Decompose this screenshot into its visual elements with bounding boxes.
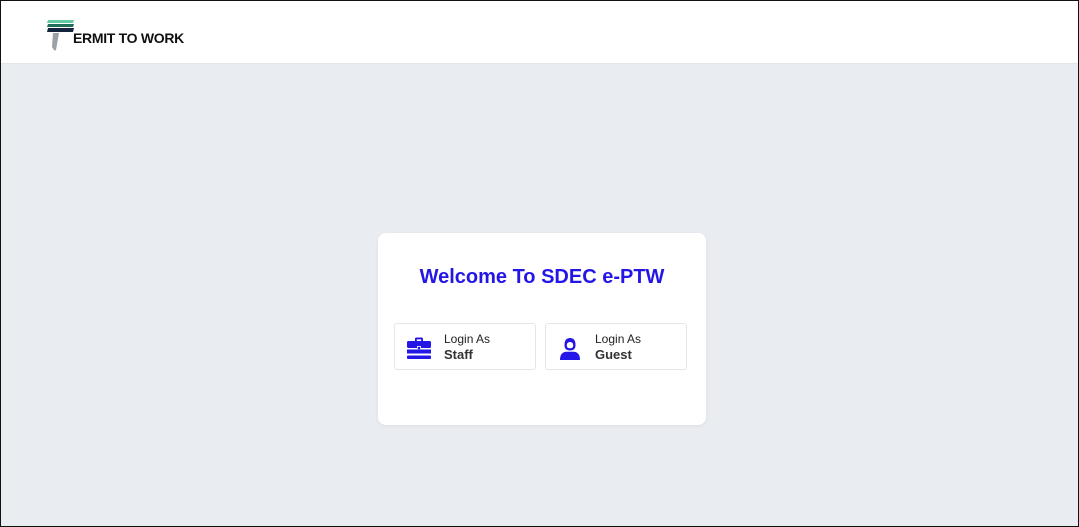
logo-mark-icon	[47, 20, 74, 51]
login-guest-button[interactable]: Login As Guest	[545, 323, 687, 370]
staff-button-label: Staff	[444, 347, 473, 362]
guest-button-prefix: Login As	[595, 332, 642, 346]
login-staff-button[interactable]: Login As Staff	[394, 323, 536, 370]
user-icon	[560, 338, 580, 360]
logo-text: ERMIT TO WORK	[73, 30, 184, 46]
staff-button-prefix: Login As	[444, 332, 491, 346]
welcome-title: Welcome To SDEC e-PTW	[419, 266, 665, 288]
briefcase-icon	[407, 337, 431, 359]
top-bar: ERMIT TO WORK	[1, 1, 1078, 64]
login-card: Welcome To SDEC e-PTW Login As Staff Log…	[378, 233, 706, 425]
brand-logo[interactable]: ERMIT TO WORK	[46, 17, 184, 51]
app-window: ERMIT TO WORK Welcome To SDEC e-PTW Logi…	[0, 0, 1079, 527]
guest-button-label: Guest	[595, 347, 632, 362]
